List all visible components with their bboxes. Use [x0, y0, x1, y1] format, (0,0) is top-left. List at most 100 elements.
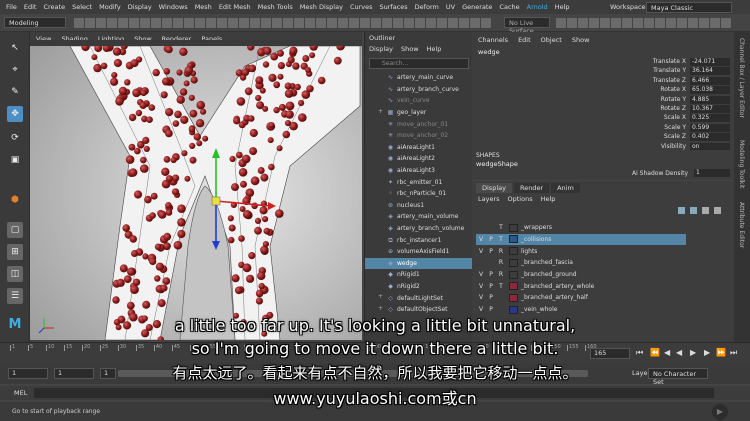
new-layer-icon[interactable] — [702, 207, 709, 214]
status-tool-icon[interactable] — [195, 18, 205, 28]
mode-select[interactable]: Modeling — [4, 17, 66, 28]
outliner-item[interactable]: + ◇ defaultObjectSet — [365, 304, 473, 316]
menu-item-mesh-tools[interactable]: Mesh Tools — [258, 3, 293, 11]
status-tool-icon[interactable] — [382, 18, 392, 28]
menu-item-help[interactable]: Help — [555, 3, 570, 11]
render-tool-icon[interactable] — [677, 18, 687, 28]
layer-row[interactable]: V P _branched_artery_half — [476, 292, 686, 304]
outliner-layout-icon[interactable]: ☰ — [7, 288, 23, 304]
live-surface-field[interactable]: No Live Surface — [504, 17, 550, 35]
layer-display-type[interactable]: R — [496, 248, 506, 255]
menu-item-edit-mesh[interactable]: Edit Mesh — [219, 3, 251, 11]
tab-modeling-toolkit[interactable]: Modeling Toolkit — [738, 140, 745, 188]
status-tool-icon[interactable] — [184, 18, 194, 28]
status-tool-icon[interactable] — [283, 18, 293, 28]
status-tool-icon[interactable] — [349, 18, 359, 28]
channel-value[interactable]: 10.367 — [690, 105, 730, 113]
render-tool-icon[interactable] — [556, 18, 566, 28]
menu-item-cache[interactable]: Cache — [499, 3, 519, 11]
menu-item-modify[interactable]: Modify — [99, 3, 121, 11]
layer-visibility-toggle[interactable]: V — [476, 271, 486, 278]
layer-visibility-toggle[interactable]: V — [476, 306, 486, 313]
layer-menu-help[interactable]: Help — [541, 195, 556, 203]
channel-value[interactable]: 65.038 — [690, 86, 730, 95]
status-tool-icon[interactable] — [305, 18, 315, 28]
channel-label[interactable]: Scale X — [664, 114, 686, 121]
status-tool-icon[interactable] — [217, 18, 227, 28]
status-tool-icon[interactable] — [481, 18, 491, 28]
outliner-item[interactable]: ✳ move_anchor_02 — [365, 130, 473, 142]
channel-value[interactable]: 0.402 — [690, 133, 730, 142]
channel-menu-object[interactable]: Object — [541, 36, 562, 44]
layer-row[interactable]: V P _vein_whole — [476, 304, 686, 316]
status-tool-icon[interactable] — [239, 18, 249, 28]
menu-item-curves[interactable]: Curves — [350, 3, 373, 11]
outliner-item[interactable]: ✳ move_anchor_01 — [365, 118, 473, 130]
status-tool-icon[interactable] — [294, 18, 304, 28]
channel-label[interactable]: Visibility — [661, 143, 686, 150]
menu-item-mesh-display[interactable]: Mesh Display — [300, 3, 343, 11]
channel-label[interactable]: Rotate Z — [660, 105, 686, 112]
status-tool-icon[interactable] — [327, 18, 337, 28]
status-tool-icon[interactable] — [173, 18, 183, 28]
outliner-item[interactable]: ⊛ nucleus1 — [365, 200, 473, 212]
layer-row[interactable]: T _wrappers — [476, 222, 686, 234]
outliner-menu-display[interactable]: Display — [369, 45, 393, 53]
render-tool-icon[interactable] — [655, 18, 665, 28]
layer-playback-toggle[interactable]: P — [486, 248, 496, 255]
layer-color-swatch[interactable] — [509, 235, 518, 244]
layer-color-swatch[interactable] — [509, 305, 518, 314]
tab-attribute-editor[interactable]: Attribute Editor — [738, 202, 745, 248]
status-tool-icon[interactable] — [250, 18, 260, 28]
layer-playback-toggle[interactable]: P — [486, 283, 496, 290]
render-tool-icon[interactable] — [666, 18, 676, 28]
move-tool-icon[interactable]: ✥ — [7, 106, 23, 122]
layer-tab-anim[interactable]: Anim — [551, 183, 580, 193]
menu-item-select[interactable]: Select — [72, 3, 92, 11]
render-tool-icon[interactable] — [611, 18, 621, 28]
expand-icon[interactable]: + — [378, 293, 383, 300]
channel-object-name[interactable]: wedge — [478, 48, 500, 56]
channel-label[interactable]: Rotate Y — [661, 96, 686, 103]
menu-item-arnold[interactable]: Arnold — [527, 3, 548, 11]
outliner-item[interactable]: ◈ artery_branch_volume — [365, 223, 473, 235]
status-tool-icon[interactable] — [228, 18, 238, 28]
outliner-search-input[interactable]: Search... — [369, 58, 469, 69]
shadow-density-value[interactable]: 1 — [694, 169, 730, 177]
outliner-item[interactable]: ∿ artery_main_curve — [365, 72, 473, 84]
tab-channel-box[interactable]: Channel Box / Layer Editor — [738, 38, 745, 118]
outliner-item[interactable]: ⊕ volumeAxisField1 — [365, 246, 473, 258]
status-tool-icon[interactable] — [426, 18, 436, 28]
single-view-icon[interactable]: ▢ — [7, 222, 23, 238]
channel-label[interactable]: Translate X — [653, 58, 686, 65]
channel-value[interactable]: 36.164 — [690, 67, 730, 76]
layer-playback-toggle[interactable]: P — [486, 294, 496, 301]
select-tool-icon[interactable]: ↖ — [7, 40, 23, 56]
manipulator-center[interactable] — [211, 196, 221, 206]
status-tool-icon[interactable] — [96, 18, 106, 28]
layer-row[interactable]: R _branched_fascia — [476, 257, 686, 269]
menu-item-display[interactable]: Display — [128, 3, 152, 11]
outliner-item[interactable]: ◆ nRigid1 — [365, 269, 473, 281]
channel-value[interactable]: 6.466 — [690, 76, 730, 85]
channel-label[interactable]: Scale Y — [664, 124, 686, 131]
render-tool-icon[interactable] — [600, 18, 610, 28]
menu-item-surfaces[interactable]: Surfaces — [380, 3, 408, 11]
viewport-3d[interactable] — [30, 46, 362, 340]
last-tool-icon[interactable]: ⬢ — [7, 192, 23, 208]
outliner-menu-help[interactable]: Help — [427, 45, 442, 53]
status-tool-icon[interactable] — [360, 18, 370, 28]
status-tool-icon[interactable] — [459, 18, 469, 28]
layer-display-type[interactable]: T — [496, 236, 506, 243]
status-tool-icon[interactable] — [470, 18, 480, 28]
outliner-menu-show[interactable]: Show — [401, 45, 419, 53]
layer-color-swatch[interactable] — [509, 293, 518, 302]
layer-visibility-toggle[interactable]: V — [476, 294, 486, 301]
layer-display-type[interactable]: R — [496, 271, 506, 278]
outliner-item[interactable]: ⁘ rbc_nParticle_01 — [365, 188, 473, 200]
rotate-tool-icon[interactable]: ⟳ — [7, 130, 23, 146]
channel-menu-edit[interactable]: Edit — [518, 36, 531, 44]
render-tool-icon[interactable] — [644, 18, 654, 28]
outliner-item[interactable]: ◉ aiAreaLight3 — [365, 165, 473, 177]
lasso-tool-icon[interactable]: ⌖ — [7, 62, 23, 78]
